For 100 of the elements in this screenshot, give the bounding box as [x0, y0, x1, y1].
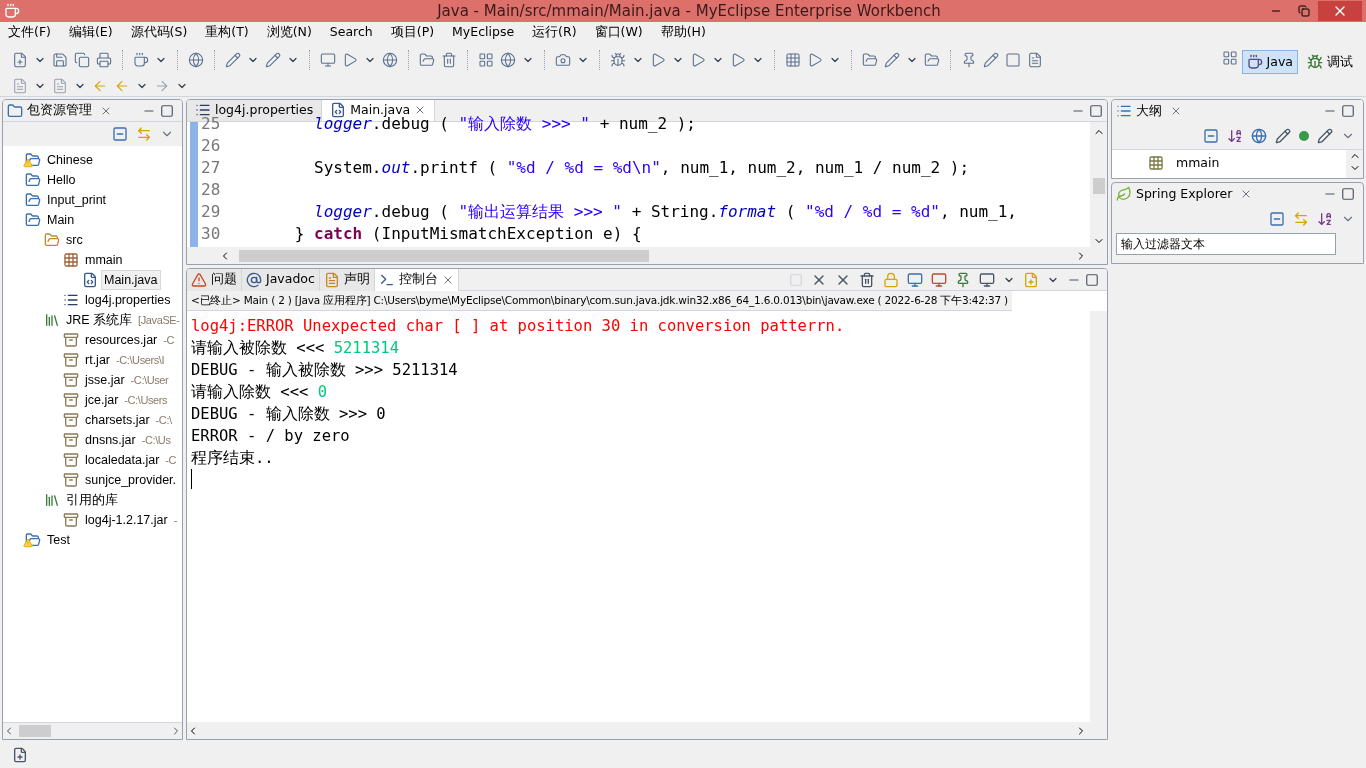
- perspective-tab[interactable]: Java: [1241, 50, 1298, 74]
- open-folder-icon[interactable]: [419, 52, 435, 68]
- maximize-icon[interactable]: [160, 103, 174, 118]
- tree-item-path: -C:\Users\I: [116, 352, 165, 368]
- tree-item[interactable]: localedata.jar: [82, 449, 163, 471]
- view-tab[interactable]: 控制台: [374, 269, 459, 291]
- tree-item[interactable]: src: [63, 229, 86, 251]
- run-icon[interactable]: [650, 52, 666, 68]
- maximize-icon[interactable]: [1341, 187, 1355, 201]
- view-tab[interactable]: 声明: [319, 269, 375, 291]
- tree-item[interactable]: JRE 系统库: [63, 309, 136, 331]
- tree-item[interactable]: rt.jar: [82, 349, 113, 371]
- horizontal-scrollbar[interactable]: [187, 247, 1107, 264]
- tree-item[interactable]: sunjce_provider.: [82, 469, 180, 491]
- fast-view-icon[interactable]: [12, 747, 28, 763]
- hide-non-public-icon[interactable]: [1299, 130, 1309, 141]
- menu-item[interactable]: 窗口(W): [594, 22, 643, 42]
- tree-item[interactable]: Chinese: [44, 149, 96, 171]
- scroll-thumb[interactable]: [19, 725, 51, 737]
- tree-item[interactable]: Main.java: [101, 269, 161, 291]
- camera-icon[interactable]: [555, 52, 571, 68]
- jar-icon: [63, 452, 79, 468]
- jar-icon: [63, 432, 79, 448]
- menu-item[interactable]: 项目(P): [390, 22, 435, 42]
- tree-item-path: -C:\: [155, 412, 172, 428]
- open-perspective-icon[interactable]: [1221, 50, 1238, 66]
- bug-icon: [1307, 54, 1323, 70]
- console-line: DEBUG - 输入除数 >>> 0: [191, 404, 386, 425]
- menu-item[interactable]: 源代码(S): [130, 22, 188, 42]
- tree-item[interactable]: jsse.jar: [82, 369, 128, 391]
- menu-item[interactable]: 运行(R): [532, 22, 577, 42]
- tree-item[interactable]: log4j-1.2.17.jar: [82, 509, 171, 531]
- tree-item[interactable]: charsets.jar: [82, 409, 153, 431]
- tree-item-path: -C:\User: [130, 372, 169, 388]
- tree-item[interactable]: Test: [44, 529, 73, 551]
- maximize-icon[interactable]: [1341, 104, 1355, 118]
- panel-tab[interactable]: Spring Explorer: [1136, 184, 1233, 204]
- menu-item[interactable]: 帮助(H): [660, 22, 706, 42]
- filter-field[interactable]: 输入过滤器文本: [1116, 233, 1336, 255]
- browser-icon[interactable]: [382, 52, 398, 68]
- collapse-all-icon[interactable]: [1203, 127, 1219, 144]
- horizontal-scrollbar[interactable]: [3, 722, 182, 739]
- view-tab[interactable]: Javadoc: [242, 269, 320, 291]
- panel-tab[interactable]: 大纲: [1136, 101, 1162, 121]
- tree-item[interactable]: Hello: [44, 169, 79, 191]
- jar-icon: [63, 352, 79, 368]
- menu-item[interactable]: Search: [329, 22, 373, 42]
- tree-item[interactable]: jce.jar: [82, 389, 122, 411]
- close-button[interactable]: [1318, 1, 1362, 21]
- tree-item[interactable]: log4j.properties: [82, 289, 174, 311]
- collapse-all-icon[interactable]: [1269, 211, 1285, 227]
- server-icon[interactable]: [320, 52, 336, 68]
- close-icon[interactable]: [1170, 105, 1182, 117]
- scroll-thumb[interactable]: [239, 249, 649, 262]
- vertical-scrollbar[interactable]: [1090, 122, 1107, 247]
- maximize-icon[interactable]: [1089, 103, 1103, 118]
- outline-item[interactable]: mmain: [1176, 154, 1220, 173]
- menu-item[interactable]: 文件(F): [8, 22, 51, 42]
- debug-icon[interactable]: [610, 52, 626, 68]
- vertical-scrollbar[interactable]: [1090, 311, 1107, 722]
- menu-item[interactable]: 浏览(N): [266, 22, 312, 42]
- highlight-icon[interactable]: [983, 52, 999, 68]
- tree-item[interactable]: dnsns.jar: [82, 429, 139, 451]
- tree-item[interactable]: 引用的库: [63, 489, 121, 511]
- source-folder-icon: [44, 232, 60, 248]
- remove-icon[interactable]: [441, 52, 457, 68]
- tree-item[interactable]: Main: [44, 209, 78, 231]
- horizontal-scrollbar[interactable]: [187, 722, 1107, 739]
- menu-item[interactable]: MyEclipse: [452, 22, 515, 42]
- vertical-scrollbar[interactable]: [1346, 150, 1363, 178]
- line-number: 27: [201, 157, 222, 179]
- annotation-icon[interactable]: [961, 52, 977, 68]
- clear-console-icon[interactable]: [859, 271, 875, 288]
- maximize-icon[interactable]: [1085, 272, 1099, 287]
- tree-item[interactable]: resources.jar: [82, 329, 161, 351]
- sort-icon[interactable]: [1317, 211, 1333, 227]
- network-icon[interactable]: [500, 52, 516, 68]
- scroll-thumb[interactable]: [1092, 178, 1105, 194]
- display-console-icon[interactable]: [979, 271, 995, 288]
- jar-icon: [63, 332, 79, 348]
- view-tab[interactable]: 问题: [187, 269, 242, 291]
- java-file-icon: [82, 272, 98, 288]
- save-all-icon[interactable]: [74, 52, 90, 68]
- text-cursor: [191, 469, 192, 489]
- forward-icon[interactable]: [154, 78, 170, 94]
- console-line: log4j:ERROR Unexpected char [ ] at position 30 in conversion patterrn.: [191, 316, 845, 337]
- perspective-tab[interactable]: 调试: [1302, 50, 1358, 74]
- project-warning-icon: [25, 532, 41, 548]
- tree-item[interactable]: Input_print: [44, 189, 110, 211]
- new-file-icon[interactable]: [12, 52, 28, 68]
- pin-console-icon[interactable]: [955, 271, 971, 288]
- save-icon[interactable]: [52, 52, 68, 68]
- tree-item[interactable]: mmain: [82, 249, 126, 271]
- menu-item[interactable]: 编辑(E): [68, 22, 113, 42]
- console-line: DEBUG - 输入被除数 >>> 5211314: [191, 360, 458, 381]
- sort-icon[interactable]: [1227, 127, 1243, 144]
- menu-item[interactable]: 重构(T): [205, 22, 249, 42]
- package-icon: [63, 252, 79, 268]
- print-icon[interactable]: [96, 52, 112, 68]
- collapse-all-icon[interactable]: [112, 126, 128, 142]
